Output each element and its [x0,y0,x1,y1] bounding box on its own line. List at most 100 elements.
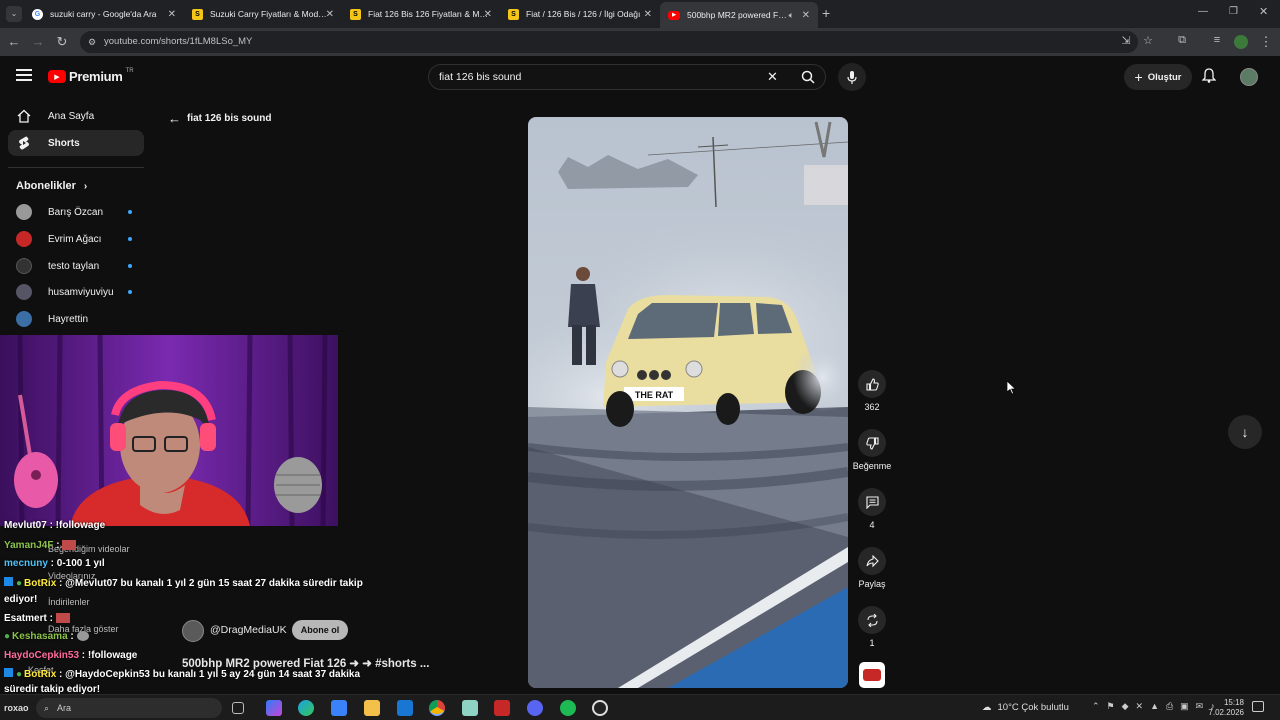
webcam-image [0,335,338,526]
tab-fiat-2[interactable]: S Fiat / 126 Bis / 126 / İlgi Odağı ✕ [500,3,660,25]
dislike-button[interactable]: Beğenme [852,429,892,471]
search-box[interactable]: ✕ [428,64,826,90]
home-icon [16,108,32,124]
sidebar-subscription[interactable]: testo taylan [8,253,144,279]
bot-badge-icon [4,577,13,586]
hamburger-menu-icon[interactable] [16,69,32,81]
like-icon [858,370,886,398]
obs-icon[interactable] [592,700,608,716]
remix-icon [858,606,886,634]
notes-icon[interactable] [462,700,478,716]
edge-icon[interactable] [298,700,314,716]
search-button[interactable] [789,65,827,89]
tab-bar: ⌄ G suzuki carry - Google'da Ara ✕ S Suz… [0,0,1280,28]
green-badge-icon: ● [16,669,23,680]
voice-search-button[interactable] [838,63,866,91]
avatar [16,311,32,327]
emote-icon [62,540,77,551]
back-arrow-icon[interactable]: ← [6,34,22,49]
shorts-icon [16,135,32,151]
remix-button[interactable]: 1 [852,606,892,648]
sidebar-subscription[interactable]: Hayrettin [8,306,144,332]
close-icon[interactable]: ✕ [644,9,652,20]
share-button[interactable]: Paylaş [852,547,892,589]
tab-fiat-1[interactable]: S Fiat 126 Bis 126 Fiyatları & Mod ✕ [342,3,500,25]
youtube-play-icon: ▶ [48,70,66,83]
tab-google[interactable]: G suzuki carry - Google'da Ara ✕ [24,3,184,25]
outlook-icon[interactable] [397,700,413,716]
avatar [16,204,32,220]
microphone-icon [847,70,857,84]
chrome-icon[interactable] [429,700,445,716]
close-icon[interactable]: ✕ [168,9,176,20]
close-icon[interactable]: ✕ [326,9,334,20]
sidebar-item-shorts[interactable]: Shorts [8,130,144,156]
like-button[interactable]: 362 [852,370,892,412]
discord-icon[interactable] [527,700,543,716]
install-icon[interactable]: ⇲ [1118,34,1134,47]
chat-message: ● BotRix : @HaydoCepkin53 bu kanalı 1 yıl… [4,668,360,680]
task-view-icon[interactable] [232,702,244,714]
new-content-dot [128,264,132,268]
avatar [16,258,32,274]
next-video-button[interactable]: ↓ [1228,415,1262,449]
subscriptions-header[interactable]: Abonelikler › [16,180,87,192]
account-avatar[interactable] [1240,68,1258,86]
back-to-results[interactable]: ← fiat 126 bis sound [168,111,271,126]
chat-message: YamanJ4F : [4,540,77,551]
minimize-button[interactable]: — [1198,6,1208,17]
taskbar-search[interactable]: ⌕ Ara [36,698,222,718]
sidebar-item-home[interactable]: Ana Sayfa [8,103,144,129]
bookmark-star-icon[interactable]: ☆ [1140,34,1156,47]
notification-center-icon[interactable] [1252,701,1264,712]
tab-search-button[interactable]: ⌄ [6,6,22,22]
comment-icon [858,488,886,516]
youtube-logo[interactable]: ▶ Premium TR [48,68,134,84]
chat-message: ediyor! [4,594,38,605]
reload-icon[interactable]: ↻ [54,34,70,50]
reading-list-icon[interactable]: ≡ [1209,34,1225,46]
webcam-overlay [0,335,338,526]
close-icon[interactable]: ✕ [484,9,492,20]
chat-overlay: Mevlut07 : !followage YamanJ4F : mecnuny… [0,520,380,695]
restore-button[interactable]: ❐ [1229,6,1238,17]
sidebar-subscription[interactable]: Barış Özcan [8,199,144,225]
url-field[interactable]: ⚙︎ youtube.com/shorts/1fLM8LSo_MY [80,31,1138,53]
new-tab-button[interactable]: + [822,5,830,21]
speaker-icon[interactable]: 🔈︎ [789,10,794,21]
avatar [16,284,32,300]
spotify-icon[interactable] [560,700,576,716]
sidebar-subscription[interactable]: Evrim Ağacı [8,226,144,252]
extensions-icon[interactable]: ⧉ [1174,34,1190,47]
tab-youtube-active[interactable]: ▶ 500bhp MR2 powered Fiat 🔈︎ ✕ [660,2,818,28]
site-info-icon[interactable]: ⚙︎ [88,31,96,53]
more-menu-icon[interactable]: ⋮ [1258,34,1274,50]
file-explorer-icon[interactable] [364,700,380,716]
plus-icon: + [1134,69,1143,85]
short-video-player[interactable]: THE RAT [528,117,848,688]
create-button[interactable]: + Oluştur [1124,64,1192,90]
clock[interactable]: 15:18 7.02.2026 [1200,698,1244,718]
comments-button[interactable]: 4 [852,488,892,530]
forward-arrow-icon[interactable]: → [30,34,46,49]
arrow-down-icon: ↓ [1241,424,1249,440]
sound-thumbnail[interactable] [859,662,885,688]
sidebar-subscription[interactable]: husamviyuviyu [8,279,144,305]
store-icon[interactable] [331,700,347,716]
notifications-bell-icon[interactable] [1201,68,1217,88]
close-window-button[interactable]: ✕ [1259,5,1268,18]
emote-icon [55,613,70,624]
license-plate: THE RAT [635,390,674,400]
new-content-dot [128,237,132,241]
weather-widget[interactable]: ☁ 10°C Çok bulutlu [982,702,1069,713]
copilot-icon[interactable] [266,700,282,716]
close-icon[interactable]: ✕ [802,10,810,21]
profile-avatar[interactable] [1234,35,1248,49]
search-input[interactable] [439,69,759,85]
clear-search-icon[interactable]: ✕ [767,69,778,85]
tab-suzuki[interactable]: S Suzuki Carry Fiyatları & Modelle ✕ [184,3,342,25]
share-icon [858,547,886,575]
emote-icon [76,631,89,642]
sahibinden-favicon-icon: S [192,8,203,20]
app-icon[interactable] [494,700,510,716]
